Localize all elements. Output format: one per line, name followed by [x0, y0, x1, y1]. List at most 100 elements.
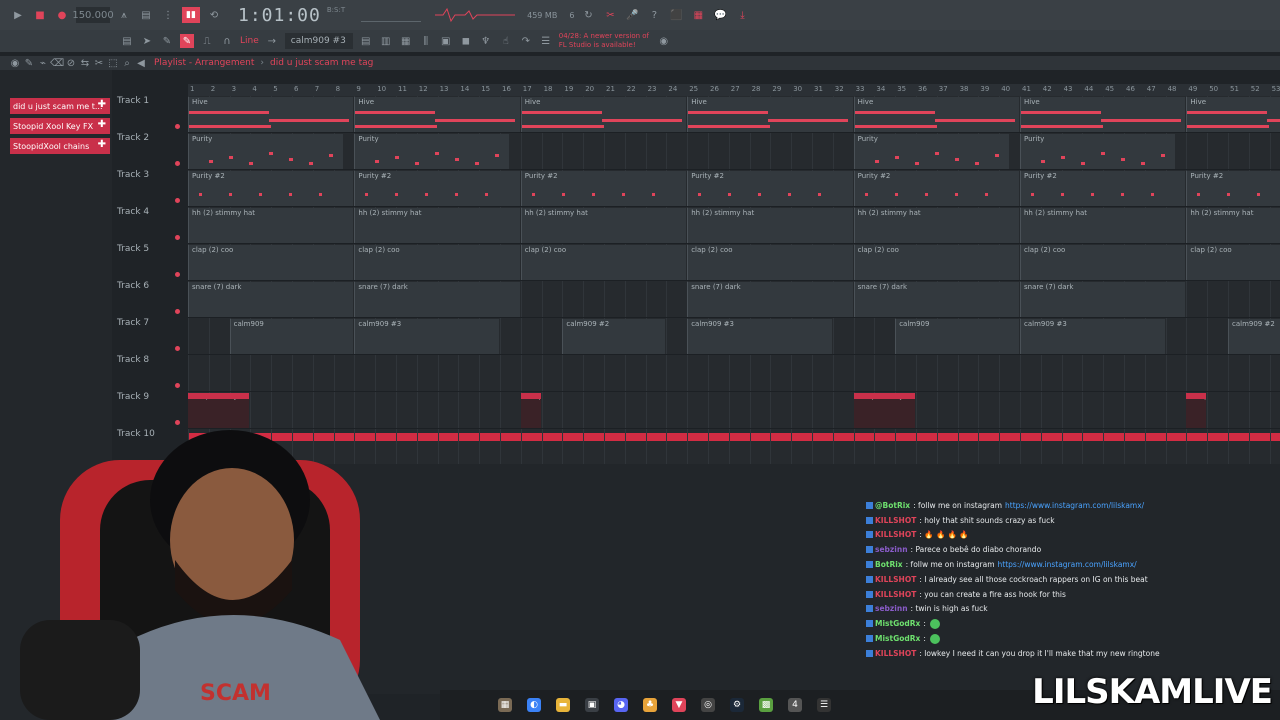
- brave-icon[interactable]: ▼: [672, 698, 686, 712]
- folder-icon[interactable]: ▬: [556, 698, 570, 712]
- picker-item[interactable]: Stoopid Xool Key FX ✚: [10, 118, 110, 134]
- pattern-clip[interactable]: snare (7) dark: [354, 282, 520, 317]
- chat-username[interactable]: KILLSHOT: [875, 649, 916, 658]
- plugin-picker-icon[interactable]: ◼: [459, 34, 473, 48]
- delete-icon[interactable]: ⌫: [50, 56, 64, 70]
- audio-clip[interactable]: Stoopid..l Key FX: [853, 393, 915, 428]
- time-display[interactable]: 1:01:00: [238, 5, 321, 26]
- chat-link[interactable]: https://www.instagram.com/lilskamx/: [998, 560, 1137, 569]
- pattern-clip[interactable]: clap (2) coo: [354, 245, 520, 280]
- chat-username[interactable]: MistGodRx: [875, 634, 920, 643]
- pattern-clip[interactable]: hh (2) stimmy hat: [520, 208, 687, 243]
- track-header[interactable]: Track 1: [112, 84, 188, 129]
- plugin-icon[interactable]: ⬛: [668, 8, 684, 22]
- pattern-selector[interactable]: calm909 #3: [284, 33, 353, 49]
- magnet-snap-icon[interactable]: ◉: [8, 56, 22, 70]
- countdown-icon[interactable]: ⋮: [160, 8, 176, 22]
- track-header[interactable]: Track 5: [112, 232, 188, 277]
- 4k-icon[interactable]: 4: [788, 698, 802, 712]
- track-header[interactable]: Track 6: [112, 269, 188, 314]
- tempo-display[interactable]: 150.000: [72, 7, 114, 23]
- pattern-clip[interactable]: Purity: [1020, 134, 1175, 169]
- pattern-clip[interactable]: calm909 #3: [1020, 319, 1165, 354]
- pattern-clip[interactable]: clap (2) coo: [1186, 245, 1280, 280]
- arrow-icon[interactable]: →: [265, 34, 279, 48]
- pattern-clip[interactable]: clap (2) coo: [853, 245, 1019, 280]
- pattern-clip[interactable]: snare (7) dark: [687, 282, 853, 317]
- pencil-icon[interactable]: ✎: [160, 34, 174, 48]
- stamp-icon[interactable]: ⎍: [200, 34, 214, 48]
- pattern-clip[interactable]: Purity #2: [354, 171, 520, 206]
- track-lane[interactable]: [188, 355, 1280, 392]
- task-view-icon[interactable]: ▦: [498, 698, 512, 712]
- mute-icon[interactable]: ⊘: [64, 56, 78, 70]
- chat-username[interactable]: KILLSHOT: [875, 530, 916, 539]
- pattern-clip[interactable]: Hive: [1186, 97, 1280, 132]
- plus-icon[interactable]: ✚: [98, 99, 106, 110]
- select-icon[interactable]: ⬚: [106, 56, 120, 70]
- pattern-clip[interactable]: Purity #2: [853, 171, 1019, 206]
- download-icon[interactable]: ⤓: [734, 8, 750, 22]
- steam-icon[interactable]: ⚙: [730, 698, 744, 712]
- pattern-clip[interactable]: hh (2) stimmy hat: [1186, 208, 1280, 243]
- audio-clip[interactable]: Stoopid..l Key FX: [520, 393, 541, 428]
- pattern-clip[interactable]: calm909 #2: [1228, 319, 1280, 354]
- pattern-clip[interactable]: clap (2) coo: [687, 245, 853, 280]
- tuner-icon[interactable]: ♆: [479, 34, 493, 48]
- menu-icon[interactable]: ☰: [539, 34, 553, 48]
- pattern-clip[interactable]: calm909 #2: [562, 319, 666, 354]
- pattern-clip[interactable]: Hive: [1020, 97, 1186, 132]
- pattern-clip[interactable]: hh (2) stimmy hat: [853, 208, 1019, 243]
- app-icon[interactable]: ☰: [817, 698, 831, 712]
- update-notice[interactable]: 04/28: A newer version of FL Studio is a…: [559, 32, 651, 50]
- fl-studio-icon[interactable]: ♣: [643, 698, 657, 712]
- wait-icon[interactable]: ▤: [138, 8, 154, 22]
- browser-icon[interactable]: ▣: [439, 34, 453, 48]
- pattern-clip[interactable]: snare (7) dark: [853, 282, 1019, 317]
- edge-icon[interactable]: ◐: [527, 698, 541, 712]
- pattern-clip[interactable]: clap (2) coo: [520, 245, 687, 280]
- pattern-clip[interactable]: Hive: [354, 97, 520, 132]
- pattern-clip[interactable]: snare (7) dark: [1020, 282, 1186, 317]
- audio-clip[interactable]: Stoopid..l Key FX: [1186, 393, 1207, 428]
- pattern-clip[interactable]: Purity #2: [188, 171, 354, 206]
- pattern-clip[interactable]: Hive: [520, 97, 687, 132]
- plus-icon[interactable]: ✚: [98, 119, 106, 130]
- master-pitch-slider[interactable]: [361, 8, 422, 22]
- store-icon[interactable]: ▣: [585, 698, 599, 712]
- pattern-clip[interactable]: Purity #2: [687, 171, 853, 206]
- draw-mode-icon[interactable]: ✎: [180, 34, 194, 48]
- pattern-clip[interactable]: Purity #2: [520, 171, 687, 206]
- chat-bubble-icon[interactable]: 💬: [712, 8, 728, 22]
- pat-song-toggle[interactable]: ▮▮: [182, 7, 200, 23]
- chat-username[interactable]: BotRix: [875, 560, 903, 569]
- play-icon[interactable]: ▶: [10, 8, 26, 22]
- pattern-clip[interactable]: Hive: [687, 97, 853, 132]
- picker-item[interactable]: StoopidXool chains ✚: [10, 138, 110, 154]
- stop-icon[interactable]: ■: [32, 8, 48, 22]
- grid-icon[interactable]: ▦: [690, 8, 706, 22]
- pattern-clip[interactable]: hh (2) stimmy hat: [354, 208, 520, 243]
- arrow-curve-icon[interactable]: ↷: [519, 34, 533, 48]
- piano-roll-icon[interactable]: ▤: [120, 34, 134, 48]
- pattern-clip[interactable]: hh (2) stimmy hat: [1020, 208, 1186, 243]
- pattern-clip[interactable]: hh (2) stimmy hat: [687, 208, 853, 243]
- chat-username[interactable]: @BotRix: [875, 501, 910, 510]
- chat-username[interactable]: KILLSHOT: [875, 590, 916, 599]
- pattern-clip[interactable]: Purity #2: [1020, 171, 1186, 206]
- pattern-clip[interactable]: Hive: [188, 97, 354, 132]
- microphone-icon[interactable]: 🎤: [624, 8, 640, 22]
- track-header[interactable]: Track 2: [112, 121, 188, 166]
- discord-icon[interactable]: ◕: [614, 698, 628, 712]
- touch-icon[interactable]: ☝: [499, 34, 513, 48]
- playlist-icon[interactable]: ▤: [359, 34, 373, 48]
- channel-rack-icon[interactable]: ▦: [399, 34, 413, 48]
- pattern-clip[interactable]: calm909 #3: [354, 319, 499, 354]
- chat-username[interactable]: sebzinn: [875, 545, 908, 554]
- slice-icon[interactable]: ✂: [92, 56, 106, 70]
- plus-icon[interactable]: ✚: [98, 139, 106, 150]
- zoom-icon[interactable]: ⌕: [120, 56, 134, 70]
- pattern-clip[interactable]: snare (7) dark: [188, 282, 354, 317]
- track-header[interactable]: Track 7: [112, 306, 188, 351]
- chat-username[interactable]: KILLSHOT: [875, 575, 916, 584]
